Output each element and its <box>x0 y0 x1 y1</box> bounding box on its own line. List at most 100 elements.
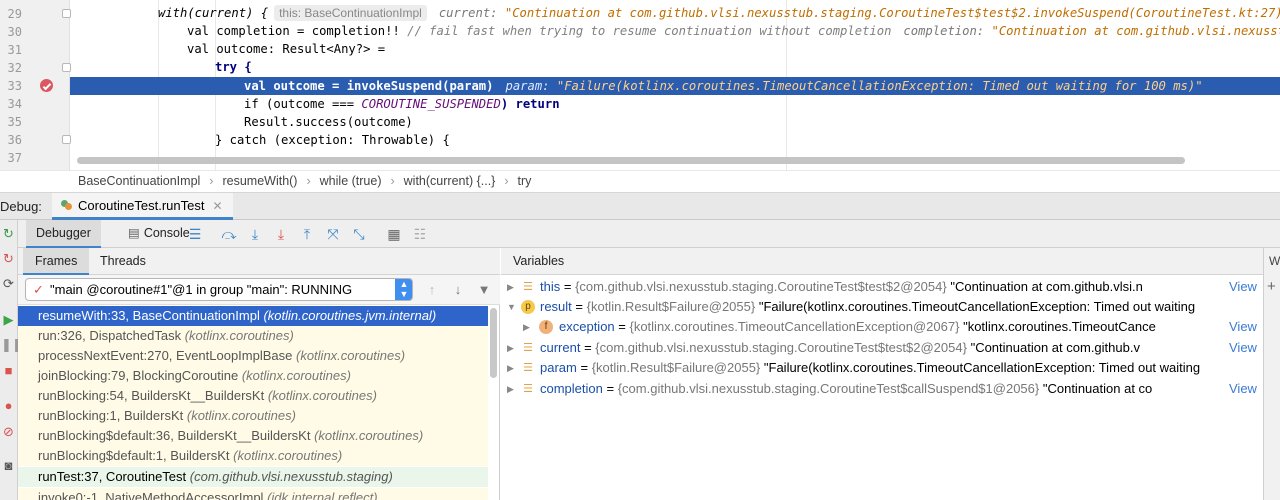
breadcrumb-separator: › <box>209 174 214 188</box>
frames-scrollbar[interactable] <box>490 308 497 378</box>
watches-strip: W + <box>1263 248 1280 500</box>
view-link[interactable]: View <box>1223 379 1263 399</box>
frame-item[interactable]: runBlocking:54, BuildersKt__BuildersKt (… <box>18 386 488 406</box>
frames-tabs: Frames Threads <box>18 248 500 275</box>
arrow-up-icon[interactable]: ↑ <box>423 281 441 299</box>
code-text: Result.success(outcome) <box>244 115 413 129</box>
variable-row[interactable]: ▶ ☰ completion = {com.github.vlsi.nexuss… <box>501 379 1263 399</box>
thread-dropdown[interactable]: ✓ "main @coroutine#1"@1 in group "main":… <box>25 278 413 301</box>
line-number: 37 <box>7 151 22 165</box>
view-link[interactable]: View <box>1223 338 1263 358</box>
thread-selector-row: ✓ "main @coroutine#1"@1 in group "main":… <box>18 275 500 305</box>
field-icon: ☰ <box>523 362 533 374</box>
execution-point-line: val outcome = invokeSuspend(param) param:… <box>70 77 1280 95</box>
step-over-icon[interactable]: ⤓ <box>246 225 264 243</box>
tab-threads[interactable]: Threads <box>88 248 158 275</box>
view-breakpoints-icon[interactable]: ● <box>1 398 16 413</box>
code-area[interactable]: with(current) {this: BaseContinuationImp… <box>70 0 1280 170</box>
parameter-icon: p <box>521 300 535 314</box>
expand-arrow-icon[interactable]: ▶ <box>507 338 514 358</box>
debug-label: Debug: <box>0 199 42 214</box>
frame-item[interactable]: run:326, DispatchedTask (kotlinx.corouti… <box>18 326 488 346</box>
code-text: val outcome = invokeSuspend(param) <box>244 79 494 93</box>
breadcrumb-item[interactable]: BaseContinuationImpl <box>78 174 200 188</box>
variable-row[interactable]: ▶ ☰ current = {com.github.vlsi.nexusstub… <box>501 338 1263 358</box>
collapse-arrow-icon[interactable]: ▼ <box>507 297 516 317</box>
stop-icon[interactable]: ■ <box>1 363 16 378</box>
code-text: try { <box>215 60 252 74</box>
frame-item[interactable]: processNextEvent:270, EventLoopImplBase … <box>18 346 488 366</box>
variable-row[interactable]: ▶ f exception = {kotlinx.coroutines.Time… <box>501 317 1263 337</box>
expand-arrow-icon[interactable]: ▶ <box>507 379 514 399</box>
arrow-down-icon[interactable]: ↓ <box>449 281 467 299</box>
restore-layout-icon[interactable]: ⟳ <box>1 276 16 291</box>
breadcrumb-separator: › <box>306 174 311 188</box>
mute-breakpoints-icon[interactable]: ⊘ <box>1 424 16 439</box>
frame-item[interactable]: runTest:37, CoroutineTest (com.github.vl… <box>18 467 488 487</box>
debug-tool-window-header: Debug: CoroutineTest.runTest ✕ <box>0 193 1280 220</box>
variable-row[interactable]: ▶ ☰ this = {com.github.vlsi.nexusstub.st… <box>501 277 1263 297</box>
code-line-36: } catch (exception: Throwable) { <box>70 131 1280 149</box>
resume-program-icon[interactable]: ▶ <box>1 312 16 327</box>
show-execution-point-icon[interactable]: ⤼ <box>220 225 238 243</box>
filter-icon[interactable]: ▼ <box>475 281 493 299</box>
code-comment: // fail fast when trying to resume conti… <box>407 24 892 38</box>
breakpoint-icon[interactable] <box>40 79 53 92</box>
rerun-icon[interactable]: ↻ <box>1 226 16 241</box>
breadcrumb-item[interactable]: resumeWith() <box>222 174 297 188</box>
code-line-31: val outcome: Result<Any?> = <box>70 40 1280 58</box>
expand-arrow-icon[interactable]: ▶ <box>507 277 514 297</box>
close-icon[interactable]: ✕ <box>212 199 222 213</box>
code-text: with(current) { <box>158 6 269 20</box>
frames-list: resumeWith:33, BaseContinuationImpl (kot… <box>18 306 488 500</box>
frame-item[interactable]: runBlocking$default:1, BuildersKt (kotli… <box>18 446 488 466</box>
add-watch-icon[interactable]: + <box>1267 278 1276 295</box>
frame-item[interactable]: runBlocking:1, BuildersKt (kotlinx.corou… <box>18 406 488 426</box>
editor-horizontal-scrollbar[interactable] <box>77 157 1185 164</box>
frame-item[interactable]: resumeWith:33, BaseContinuationImpl (kot… <box>18 306 488 326</box>
run-configuration-tab[interactable]: CoroutineTest.runTest ✕ <box>52 193 233 220</box>
breadcrumb-separator: › <box>504 174 509 188</box>
drop-frame-icon[interactable]: ⤧ <box>324 225 342 243</box>
tab-frames[interactable]: Frames <box>23 248 90 275</box>
expand-arrow-icon[interactable]: ▶ <box>523 317 530 337</box>
code-text: val completion = completion!! <box>187 24 400 38</box>
line-number: 34 <box>7 97 22 111</box>
code-text: } catch (exception: Throwable) { <box>215 133 450 147</box>
view-link[interactable]: View <box>1223 317 1263 337</box>
line-number: 35 <box>7 115 22 129</box>
code-text: val outcome: Result<Any?> = <box>187 42 386 56</box>
field-f-icon: f <box>539 320 553 334</box>
trace-icon[interactable]: ☷ <box>411 225 429 243</box>
line-number: 30 <box>7 25 22 39</box>
breadcrumb-item[interactable]: try <box>518 174 532 188</box>
pause-program-icon[interactable]: ❚❚ <box>1 337 23 352</box>
run-tab-label: CoroutineTest.runTest <box>78 198 205 213</box>
menu-icon[interactable]: ☰ <box>186 225 204 243</box>
variables-panel: Variables ▶ ☰ this = {com.github.vlsi.ne… <box>501 248 1263 500</box>
variable-row[interactable]: ▶ ☰ param = {kotlin.Result$Failure@2055}… <box>501 358 1263 378</box>
inline-value: completion: "Continuation at com.github.… <box>903 24 1280 38</box>
line-number: 33 <box>7 79 22 93</box>
breadcrumb-item[interactable]: with(current) {...} <box>404 174 496 188</box>
code-editor[interactable]: 29 30 31 32 33 34 35 36 37 with(current)… <box>0 0 1280 170</box>
frame-item[interactable]: runBlocking$default:36, BuildersKt__Buil… <box>18 426 488 446</box>
variable-row[interactable]: ▼ p result = {kotlin.Result$Failure@2055… <box>501 297 1263 317</box>
check-icon: ✓ <box>33 282 44 297</box>
tab-debugger[interactable]: Debugger <box>26 220 101 248</box>
frame-item[interactable]: invoke0:-1, NativeMethodAccessorImpl (jd… <box>18 488 488 500</box>
breadcrumb-item[interactable]: while (true) <box>320 174 382 188</box>
editor-gutter[interactable]: 29 30 31 32 33 34 35 36 37 <box>0 0 71 170</box>
rerun-failed-icon[interactable]: ↻ <box>1 251 16 266</box>
line-number: 29 <box>7 7 22 21</box>
console-icon: ▤ <box>128 226 140 240</box>
step-into-icon[interactable]: ⤓ <box>272 225 290 243</box>
expand-arrow-icon[interactable]: ▶ <box>507 358 514 378</box>
camera-icon[interactable]: ◙ <box>1 458 16 473</box>
view-link[interactable]: View <box>1223 277 1263 297</box>
step-out-icon[interactable]: ⤒ <box>298 225 316 243</box>
evaluate-expression-icon[interactable]: ▦ <box>385 225 403 243</box>
frame-item[interactable]: joinBlocking:79, BlockingCoroutine (kotl… <box>18 366 488 386</box>
frames-panel: Frames Threads ✓ "main @coroutine#1"@1 i… <box>18 248 500 500</box>
run-to-cursor-icon[interactable]: ⤡ <box>350 225 368 243</box>
